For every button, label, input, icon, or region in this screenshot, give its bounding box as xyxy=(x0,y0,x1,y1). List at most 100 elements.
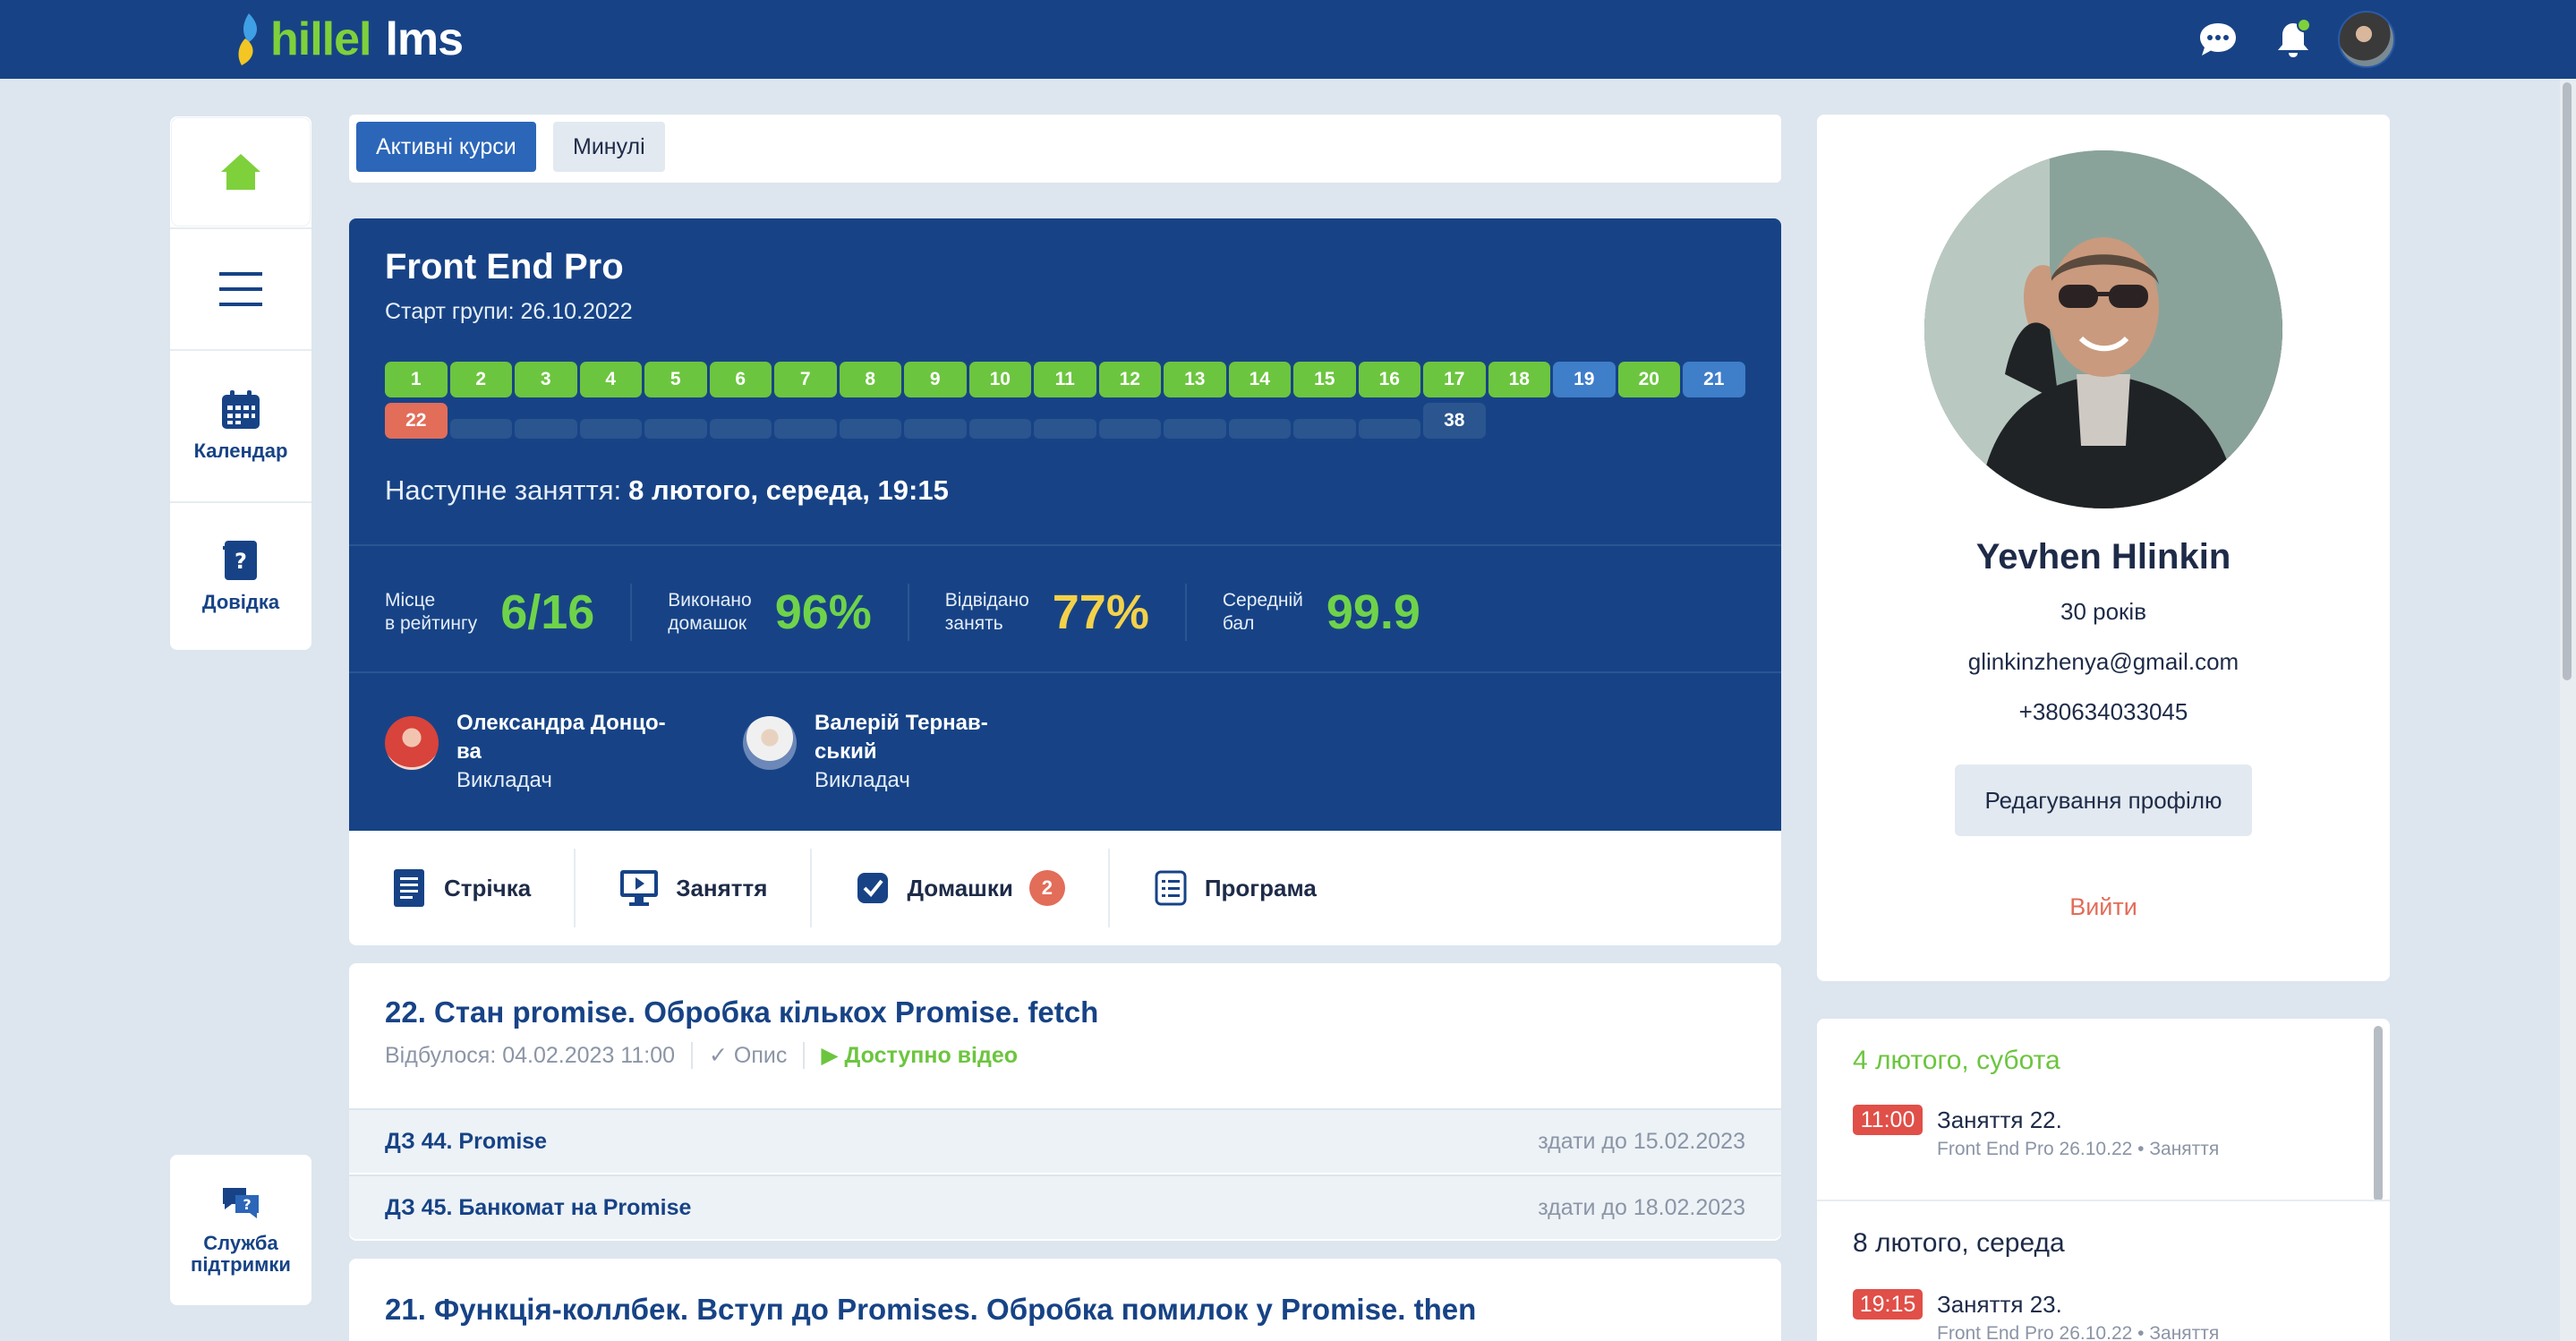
profile-photo xyxy=(1924,150,2282,508)
nav-feed[interactable]: Стрічка xyxy=(349,849,576,927)
lesson-video-link[interactable]: ▶ Доступно відео xyxy=(821,1042,1018,1069)
lesson-chip[interactable]: 20 xyxy=(1617,362,1680,397)
lesson-chip[interactable]: 14 xyxy=(1228,362,1291,397)
lesson-chip[interactable]: 21 xyxy=(1683,362,1745,397)
lesson-chip[interactable] xyxy=(1164,419,1226,439)
profile-name: Yevhen Hlinkin xyxy=(1975,537,2231,577)
teacher-role: Викладач xyxy=(456,768,552,792)
support-label-line2: підтримки xyxy=(191,1253,291,1276)
lesson-chip[interactable] xyxy=(1228,419,1291,439)
lesson-chip[interactable]: 9 xyxy=(904,362,967,397)
nav-homework[interactable]: Домашки 2 xyxy=(812,849,1110,927)
teacher-avatar xyxy=(385,716,439,770)
nav-lessons[interactable]: Заняття xyxy=(576,849,813,927)
chat-icon[interactable] xyxy=(2196,18,2239,61)
lesson-chip[interactable]: 18 xyxy=(1488,362,1550,397)
course-nav: Стрічка Заняття Домашки 2 Програма xyxy=(349,831,1781,945)
hillel-lms-logo[interactable]: hillel lms xyxy=(233,11,464,68)
calendar-icon xyxy=(222,390,260,429)
lesson-chip[interactable] xyxy=(774,419,837,439)
teacher-avatar xyxy=(743,716,797,770)
lesson-progress-row: 1 2 3 4 5 6 7 8 9 10 11 12 13 14 15 16 17 18 19 20 21 xyxy=(385,362,1781,397)
homework-row[interactable]: ДЗ 44. Promise здати до 15.02.2023 xyxy=(349,1108,1781,1173)
homework-row[interactable]: ДЗ 45. Банкомат на Promise здати до 18.0… xyxy=(349,1174,1781,1239)
lesson-title[interactable]: 21. Функція-коллбек. Вступ до Promises. … xyxy=(385,1293,1476,1327)
stat-rating: Місце в рейтингу 6/16 xyxy=(385,584,633,641)
lesson-chip[interactable]: 6 xyxy=(709,362,772,397)
sidebar-item-home[interactable] xyxy=(172,118,310,226)
lesson-chip[interactable]: 8 xyxy=(839,362,901,397)
lesson-chip[interactable] xyxy=(515,419,577,439)
lesson-chip[interactable]: 10 xyxy=(968,362,1031,397)
lesson-monitor-icon xyxy=(620,870,659,906)
top-header: hillel lms xyxy=(0,0,2576,79)
home-icon xyxy=(221,154,260,190)
lesson-chip[interactable]: 16 xyxy=(1358,362,1420,397)
tab-past-courses[interactable]: Минулі xyxy=(553,122,665,172)
logout-link[interactable]: Вийти xyxy=(1817,893,2390,921)
sidebar-item-calendar[interactable]: Календар xyxy=(170,349,311,501)
lesson-chip[interactable]: 13 xyxy=(1164,362,1226,397)
profile-phone: +380634033045 xyxy=(2018,698,2188,725)
nav-program[interactable]: Програма xyxy=(1110,849,1360,927)
lesson-chip[interactable] xyxy=(709,419,772,439)
user-avatar[interactable] xyxy=(2338,11,2395,68)
homework-check-icon xyxy=(857,873,889,903)
teachers-list: Олександра Донцо-ва Викладач Валерій Тер… xyxy=(385,709,1047,795)
sidebar-item-help[interactable]: ? Довідка xyxy=(170,501,311,650)
lesson-chip[interactable]: 19 xyxy=(1553,362,1616,397)
help-book-icon: ? xyxy=(223,541,257,580)
stat-label: Відвідано xyxy=(944,590,1029,611)
schedule-scrollbar[interactable] xyxy=(2374,1026,2383,1201)
nav-homework-label: Домашки xyxy=(907,874,1013,901)
lesson-chip[interactable]: 5 xyxy=(644,362,707,397)
divider xyxy=(349,671,1781,673)
stat-label: занять xyxy=(944,613,1003,634)
lesson-chip[interactable] xyxy=(1293,419,1356,439)
lesson-chip[interactable]: 22 xyxy=(385,403,448,439)
lesson-chip[interactable]: 2 xyxy=(449,362,512,397)
edit-profile-button[interactable]: Редагування профілю xyxy=(1955,764,2252,836)
course-title[interactable]: Front End Pro xyxy=(385,247,624,287)
lesson-chip[interactable] xyxy=(579,419,642,439)
lesson-chip[interactable]: 17 xyxy=(1423,362,1486,397)
lesson-title[interactable]: 22. Стан promise. Обробка кількох Promis… xyxy=(385,995,1098,1029)
lesson-chip[interactable] xyxy=(644,419,707,439)
schedule-lesson-title[interactable]: Заняття 23. xyxy=(1937,1291,2062,1319)
lesson-chip[interactable]: 12 xyxy=(1098,362,1161,397)
svg-text:?: ? xyxy=(235,549,247,574)
support-label-line1: Служба xyxy=(203,1232,278,1254)
page-scrollbar-thumb[interactable] xyxy=(2563,82,2572,680)
teacher-item[interactable]: Валерій Тернав-ський Викладач xyxy=(743,709,1047,795)
lesson-chip[interactable] xyxy=(1358,419,1420,439)
lesson-chip[interactable]: 4 xyxy=(579,362,642,397)
svg-text:?: ? xyxy=(243,1196,251,1213)
sidebar-item-menu[interactable] xyxy=(170,227,311,349)
homework-count-badge: 2 xyxy=(1028,870,1065,906)
lesson-chip[interactable]: 38 xyxy=(1423,403,1486,439)
lesson-chip[interactable] xyxy=(904,419,967,439)
stat-attendance: Відвідано занять 77% xyxy=(945,584,1187,641)
lesson-description-link[interactable]: ✓ Опис xyxy=(709,1042,787,1069)
lesson-chip[interactable] xyxy=(449,419,512,439)
lesson-chip[interactable] xyxy=(1098,419,1161,439)
stat-value: 96% xyxy=(774,585,872,639)
lesson-chip[interactable]: 3 xyxy=(515,362,577,397)
lesson-card: 21. Функція-коллбек. Вступ до Promises. … xyxy=(349,1259,1781,1341)
lesson-chip[interactable] xyxy=(1034,419,1096,439)
lesson-chip[interactable] xyxy=(968,419,1031,439)
support-chat-icon: ? xyxy=(223,1188,259,1218)
schedule-lesson-title[interactable]: Заняття 22. xyxy=(1937,1106,2062,1134)
lesson-chip[interactable] xyxy=(839,419,901,439)
lesson-chip[interactable]: 11 xyxy=(1034,362,1096,397)
course-stats: Місце в рейтингу 6/16 Виконано домашок 96%… xyxy=(385,577,1492,648)
teacher-item[interactable]: Олександра Донцо-ва Викладач xyxy=(385,709,689,795)
lesson-chip[interactable]: 1 xyxy=(385,362,448,397)
tab-active-courses[interactable]: Активні курси xyxy=(356,122,536,172)
lesson-chip[interactable]: 7 xyxy=(774,362,837,397)
lesson-chip[interactable]: 15 xyxy=(1293,362,1356,397)
lesson-card: 22. Стан promise. Обробка кількох Promis… xyxy=(349,963,1781,1241)
stat-value: 99.9 xyxy=(1326,585,1420,639)
support-service-button[interactable]: ? Служба підтримки xyxy=(170,1155,311,1305)
course-tabs: Активні курси Минулі xyxy=(349,115,1781,183)
